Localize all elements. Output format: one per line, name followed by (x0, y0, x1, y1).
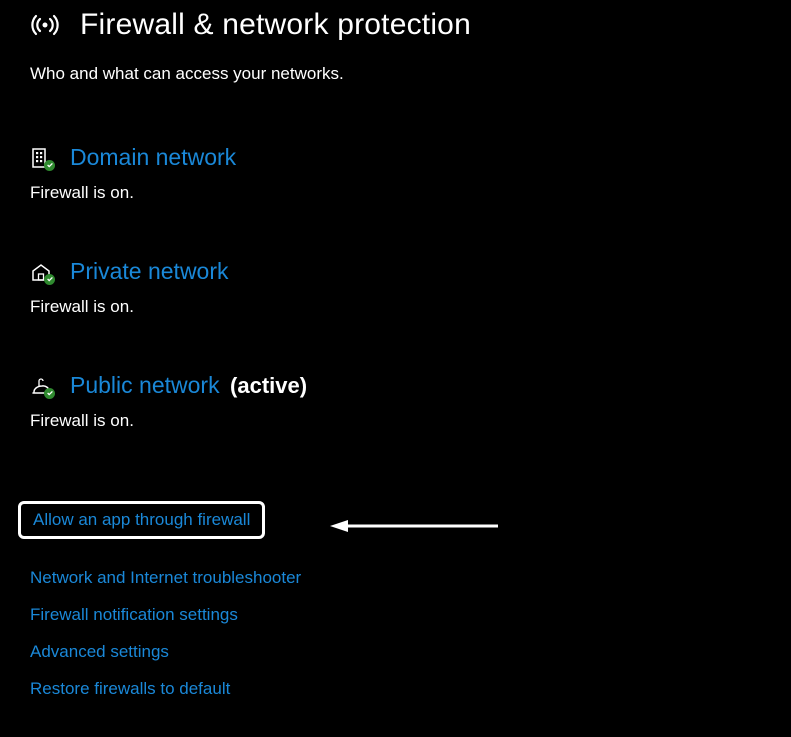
notification-settings-link[interactable]: Firewall notification settings (30, 605, 238, 625)
status-ok-icon (44, 388, 55, 399)
public-network-status: Firewall is on. (30, 411, 761, 431)
domain-network-link[interactable]: Domain network (70, 144, 236, 171)
settings-links-block: Allow an app through firewall Network an… (30, 501, 761, 699)
restore-defaults-link[interactable]: Restore firewalls to default (30, 679, 230, 699)
advanced-settings-link[interactable]: Advanced settings (30, 642, 169, 662)
domain-network-section: Domain network Firewall is on. (30, 144, 761, 203)
public-network-section: Public network (active) Firewall is on. (30, 372, 761, 431)
firewall-signal-icon (30, 10, 60, 40)
active-badge: (active) (230, 373, 307, 398)
status-ok-icon (44, 274, 55, 285)
private-network-icon (30, 261, 52, 283)
public-network-icon (30, 375, 52, 397)
page-header: Firewall & network protection (30, 0, 761, 42)
private-network-status: Firewall is on. (30, 297, 761, 317)
arrow-annotation-icon (330, 516, 500, 536)
public-network-link[interactable]: Public network (70, 372, 220, 398)
page-subtitle: Who and what can access your networks. (30, 64, 761, 84)
private-network-section: Private network Firewall is on. (30, 258, 761, 317)
allow-app-link[interactable]: Allow an app through firewall (33, 510, 250, 530)
status-ok-icon (44, 160, 55, 171)
private-network-link[interactable]: Private network (70, 258, 229, 285)
page-title: Firewall & network protection (80, 8, 471, 42)
troubleshooter-link[interactable]: Network and Internet troubleshooter (30, 568, 301, 588)
domain-network-icon (30, 147, 52, 169)
highlight-annotation: Allow an app through firewall (18, 501, 265, 539)
domain-network-status: Firewall is on. (30, 183, 761, 203)
